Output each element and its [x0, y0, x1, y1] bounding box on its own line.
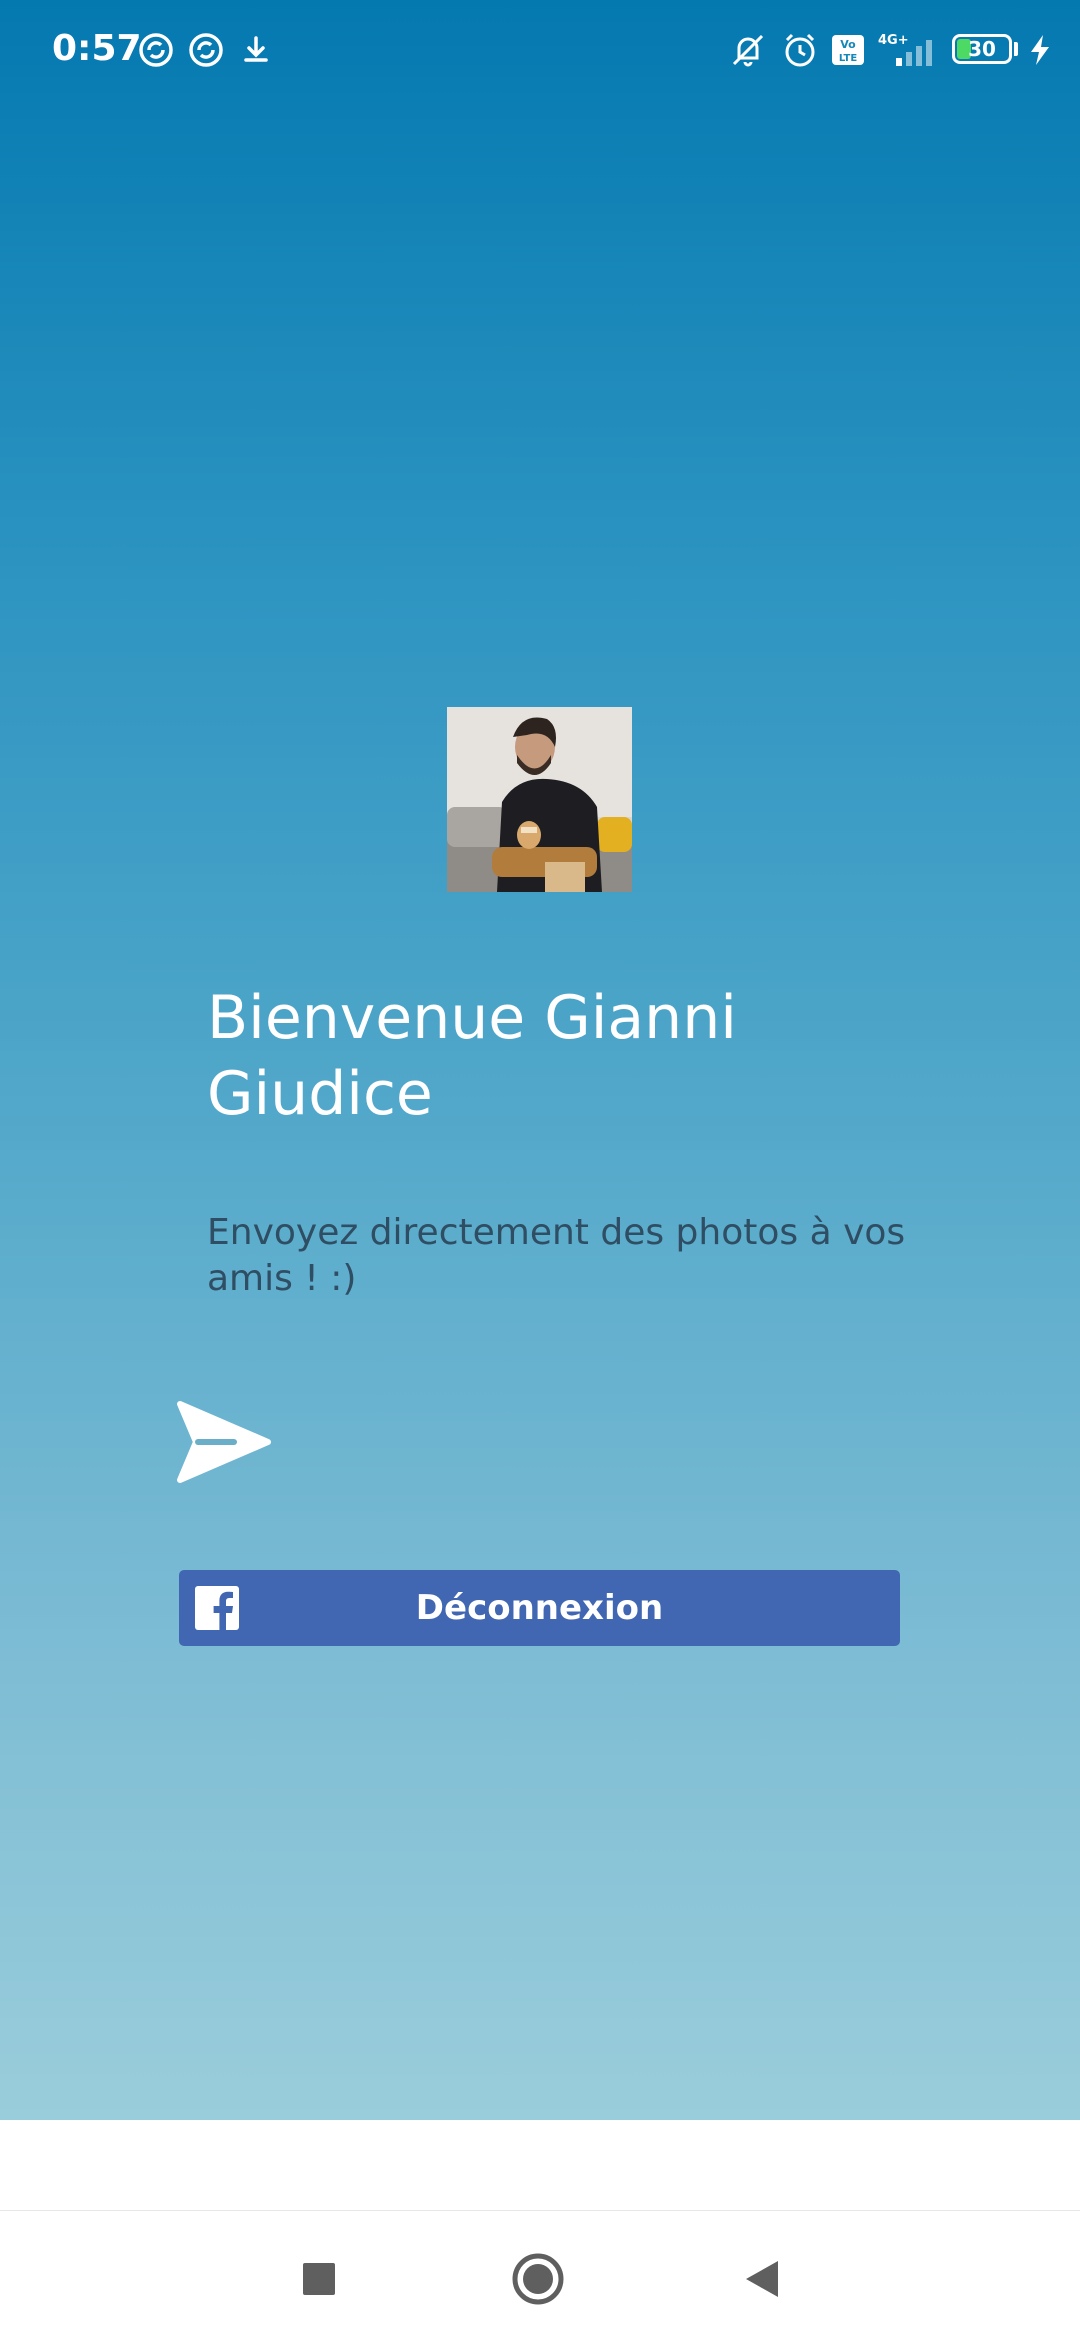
battery-tip — [1014, 42, 1018, 56]
navigation-bar — [0, 2210, 1080, 2340]
avatar-photo — [447, 707, 632, 892]
svg-text:LTE: LTE — [839, 53, 858, 64]
back-triangle-icon[interactable] — [734, 2251, 790, 2307]
status-time: 0:57 — [52, 28, 142, 69]
svg-text:Vo: Vo — [840, 38, 856, 51]
logout-label: Déconnexion — [415, 1588, 664, 1628]
charging-icon — [1020, 30, 1060, 70]
vibrate-off-icon — [728, 30, 768, 70]
battery-level: 30 — [968, 37, 996, 61]
recents-square-icon[interactable] — [291, 2251, 347, 2307]
screen: 0:57 Vo LTE 4G+ 30 Bienvenue Gianni Giud… — [0, 0, 1080, 2340]
volte-icon: Vo LTE — [828, 30, 868, 70]
status-bar: 0:57 Vo LTE 4G+ 30 — [0, 0, 1080, 100]
logout-button[interactable]: Déconnexion — [179, 1570, 900, 1646]
send-icon[interactable] — [176, 1400, 272, 1484]
svg-text:4G+: 4G+ — [878, 33, 909, 48]
facebook-icon — [195, 1586, 239, 1630]
welcome-title: Bienvenue Gianni Giudice — [207, 983, 737, 1129]
welcome-subtitle: Envoyez directement des photos à vos ami… — [207, 1212, 906, 1299]
signal-icon: 4G+ — [876, 30, 940, 70]
alarm-icon — [780, 30, 820, 70]
sync-icon — [186, 30, 226, 70]
home-circle-icon[interactable] — [510, 2251, 566, 2307]
download-icon — [236, 30, 276, 70]
sync-icon — [136, 30, 176, 70]
avatar — [447, 707, 632, 892]
battery-icon: 30 — [952, 34, 1012, 64]
